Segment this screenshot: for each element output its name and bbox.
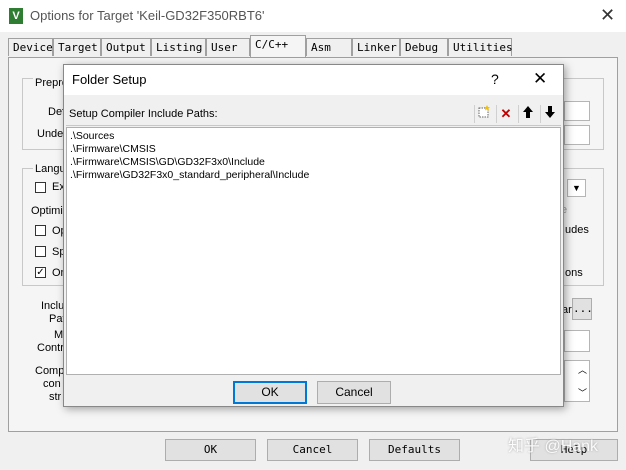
scroll-down-icon[interactable]: ﹀ <box>578 386 587 399</box>
arrow-down-shape <box>545 106 555 118</box>
tab-c-cpp[interactable]: C/C++ <box>250 35 306 57</box>
list-item[interactable]: .\Sources <box>70 130 557 143</box>
arrow-up-path <box>523 106 533 118</box>
list-item[interactable]: .\Firmware\CMSIS <box>70 143 557 156</box>
tab-output[interactable]: Output <box>101 38 151 56</box>
include-paths-label: Inclu <box>41 300 65 312</box>
compiler-control-label: Comp <box>35 365 65 377</box>
dialog-ok-button[interactable]: OK <box>233 381 307 404</box>
include-paths-list-label: Setup Compiler Include Paths: <box>69 108 218 120</box>
compiler-control-string: ︿ ﹀ <box>564 360 590 402</box>
tab-linker[interactable]: Linker <box>352 38 400 56</box>
list-item[interactable]: .\Firmware\GD32F3x0_standard_peripheral\… <box>70 169 557 182</box>
move-up-icon[interactable] <box>518 105 537 123</box>
undefine-label: Undef <box>37 128 67 140</box>
misc-controls-label: M <box>54 329 64 341</box>
warnings-dropdown-arrow-icon[interactable]: ▼ <box>567 179 586 197</box>
new-folder-icon[interactable] <box>474 105 493 123</box>
compiler-control-label-3: str <box>49 391 62 403</box>
arrow-up-shape <box>523 106 533 118</box>
no-auto-includes-label: udes <box>565 224 589 236</box>
move-down-icon[interactable] <box>540 105 559 123</box>
ok-button[interactable]: OK <box>165 439 256 461</box>
optimize-time-checkbox[interactable] <box>35 225 46 236</box>
cancel-button[interactable]: Cancel <box>267 439 358 461</box>
dialog-title: Folder Setup <box>72 72 147 87</box>
misc-controls-field[interactable] <box>564 330 590 352</box>
watermark: 知乎 @Hank <box>508 438 599 455</box>
list-item[interactable]: .\Firmware\CMSIS\GD\GD32F3x0\Include <box>70 156 557 169</box>
tab-device[interactable]: Device <box>8 38 53 56</box>
c99-mode-label: ons <box>565 267 583 279</box>
help-icon[interactable]: ? <box>491 71 499 87</box>
execute-only-checkbox[interactable] <box>35 182 46 193</box>
window-titlebar: V Options for Target 'Keil-GD32F350RBT6'… <box>0 0 626 32</box>
tab-debug[interactable]: Debug <box>400 38 448 56</box>
new-folder-shape <box>478 105 490 118</box>
window-title: Options for Target 'Keil-GD32F350RBT6' <box>30 8 265 23</box>
undefine-field[interactable] <box>564 125 590 145</box>
keil-app-icon: V <box>9 8 23 24</box>
paths-toolbar: Setup Compiler Include Paths: ✕ <box>66 103 561 126</box>
one-elf-checkbox[interactable]: ✓ <box>35 267 46 278</box>
tab-utilities[interactable]: Utilities <box>448 38 513 56</box>
folder-setup-dialog: Folder Setup ? ✕ Setup Compiler Include … <box>63 64 564 407</box>
dialog-cancel-button[interactable]: Cancel <box>317 381 391 404</box>
include-paths-list[interactable]: .\Sources .\Firmware\CMSIS .\Firmware\CM… <box>66 127 561 375</box>
dialog-titlebar: Folder Setup ? ✕ <box>64 65 563 95</box>
delete-path-icon[interactable]: ✕ <box>496 105 515 123</box>
misc-controls-label-2: Contr <box>37 342 64 354</box>
arrow-down-path <box>545 106 555 118</box>
tab-asm[interactable]: Asm <box>306 38 352 56</box>
tab-user[interactable]: User <box>206 38 250 56</box>
split-sections-checkbox[interactable] <box>35 246 46 257</box>
define-field[interactable] <box>564 101 590 121</box>
defaults-button[interactable]: Defaults <box>369 439 460 461</box>
dialog-close-icon[interactable]: ✕ <box>533 69 547 89</box>
include-paths-browse-button[interactable]: ... <box>572 298 593 320</box>
window-close-icon[interactable]: ✕ <box>600 5 615 26</box>
tab-listing[interactable]: Listing <box>151 38 206 56</box>
tab-target[interactable]: Target <box>53 38 101 56</box>
compiler-control-label-2: con <box>43 378 61 390</box>
scroll-up-icon[interactable]: ︿ <box>578 363 587 376</box>
